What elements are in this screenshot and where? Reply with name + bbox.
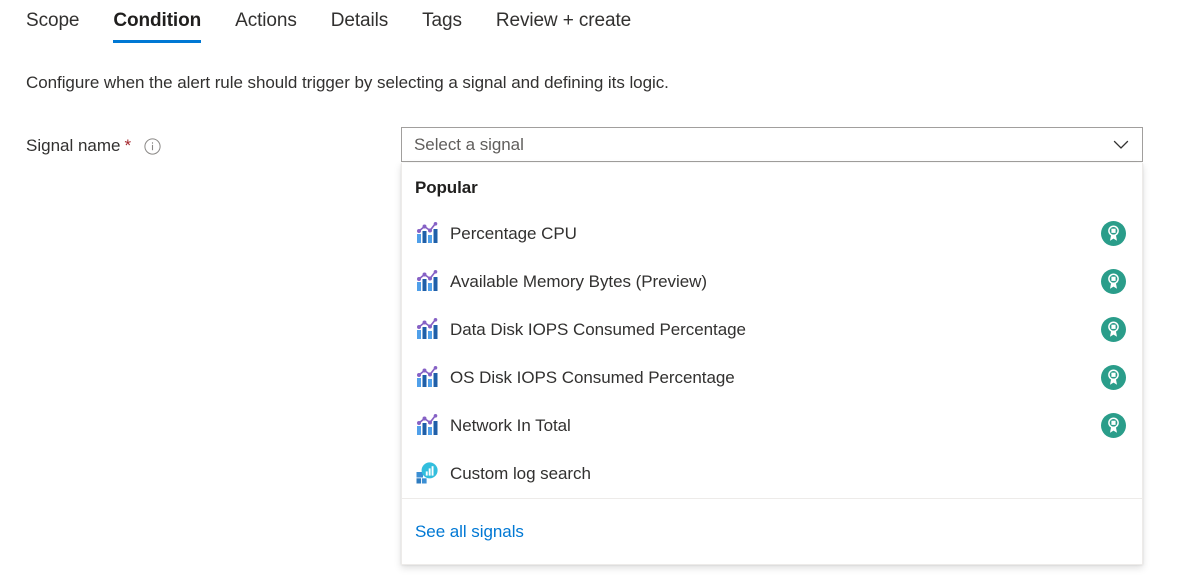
list-item[interactable]: Network In Total: [402, 401, 1142, 449]
signal-name-placeholder: Select a signal: [414, 134, 524, 154]
list-item-label: Network In Total: [450, 415, 571, 435]
tab-scope[interactable]: Scope: [26, 0, 79, 47]
tab-scope-label: Scope: [26, 10, 80, 31]
metric-chart-icon: [415, 269, 439, 293]
tab-review-create-label: Review + create: [495, 10, 632, 31]
platform-metric-badge-icon: [1100, 220, 1126, 246]
tab-details-label: Details: [330, 10, 389, 31]
info-circle-icon[interactable]: [144, 137, 161, 155]
platform-metric-badge-icon: [1100, 268, 1126, 294]
list-item-label: OS Disk IOPS Consumed Percentage: [450, 367, 735, 387]
platform-metric-badge-icon: [1100, 412, 1126, 438]
list-item-label: Percentage CPU: [450, 223, 577, 243]
list-item-label: Custom log search: [450, 463, 591, 483]
wizard-tab-strip: Scope Condition Actions Details Tags Rev…: [0, 0, 1180, 51]
dropdown-group-header: Popular: [415, 178, 478, 197]
log-search-icon: [415, 461, 439, 485]
tab-condition-label: Condition: [113, 10, 202, 31]
tab-details[interactable]: Details: [331, 0, 388, 47]
tab-tags-label: Tags: [422, 10, 462, 31]
dropdown-footer: See all signals: [402, 499, 1142, 564]
platform-metric-badge-icon: [1100, 316, 1126, 342]
metric-chart-icon: [415, 317, 439, 341]
list-item[interactable]: OS Disk IOPS Consumed Percentage: [402, 353, 1142, 401]
list-item[interactable]: Custom log search: [402, 449, 1142, 497]
list-item-label: Available Memory Bytes (Preview): [450, 271, 707, 291]
metric-chart-icon: [415, 221, 439, 245]
required-asterisk: *: [124, 136, 132, 155]
see-all-signals-link[interactable]: See all signals: [415, 520, 524, 543]
page-description: Configure when the alert rule should tri…: [26, 73, 669, 92]
signal-name-combobox[interactable]: Select a signal: [401, 127, 1143, 162]
list-item[interactable]: Data Disk IOPS Consumed Percentage: [402, 305, 1142, 353]
signal-dropdown-panel: Popular Percentage CPU Available Memory …: [401, 163, 1143, 565]
signal-name-field-label-group: Signal name *: [26, 133, 161, 159]
list-item[interactable]: Percentage CPU: [402, 209, 1142, 257]
signal-option-list: Percentage CPU Available Memory Bytes (P…: [402, 209, 1142, 498]
tab-actions[interactable]: Actions: [235, 0, 297, 47]
metric-chart-icon: [415, 413, 439, 437]
signal-name-label: Signal name: [26, 136, 121, 155]
platform-metric-badge-icon: [1100, 364, 1126, 390]
list-item[interactable]: Available Memory Bytes (Preview): [402, 257, 1142, 305]
list-item-label: Data Disk IOPS Consumed Percentage: [450, 319, 746, 339]
tab-review-create[interactable]: Review + create: [496, 0, 631, 47]
chevron-down-icon[interactable]: [1100, 128, 1142, 161]
metric-chart-icon: [415, 365, 439, 389]
tab-tags[interactable]: Tags: [422, 0, 462, 47]
no-badge-placeholder: [1100, 460, 1126, 486]
tab-condition[interactable]: Condition: [113, 0, 201, 47]
tab-actions-label: Actions: [235, 10, 297, 31]
